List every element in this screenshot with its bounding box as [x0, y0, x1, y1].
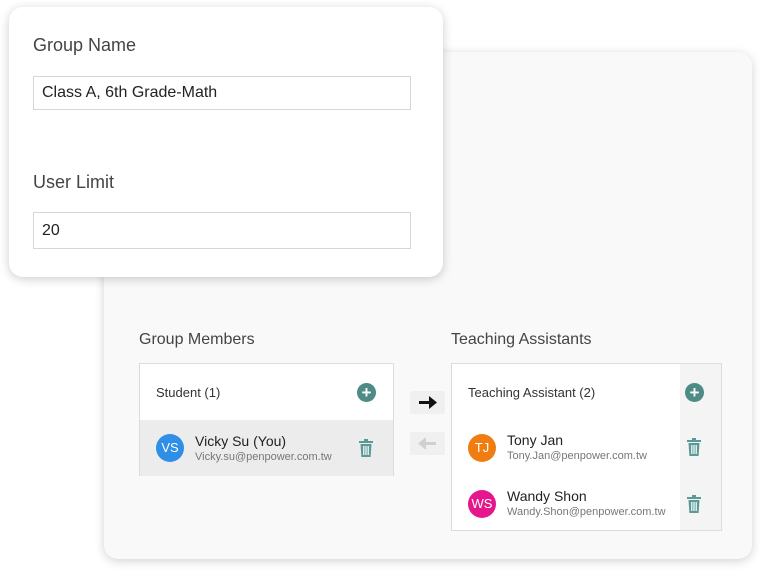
member-row-vicky[interactable]: VS Vicky Su (You) Vicky.su@penpower.com.… [140, 420, 393, 476]
trash-icon[interactable] [358, 439, 374, 457]
student-list-title: Student (1) [156, 385, 221, 400]
add-student-button[interactable]: + [357, 383, 376, 402]
assistant-email: Wandy.Shon@penpower.com.tw [507, 506, 666, 518]
assistant-list-header: Teaching Assistant (2) + [452, 364, 721, 420]
assistant-name: Wandy Shon [507, 488, 587, 504]
member-email: Vicky.su@penpower.com.tw [195, 451, 332, 463]
assistant-name: Tony Jan [507, 432, 564, 448]
trash-icon[interactable] [686, 438, 702, 456]
group-info-card: Group Name User Limit [9, 7, 443, 277]
group-name-label: Group Name [33, 35, 137, 55]
student-list-header: Student (1) + [140, 364, 393, 420]
trash-icon[interactable] [686, 495, 702, 513]
group-members-title: Group Members [139, 331, 255, 348]
add-assistant-button[interactable]: + [685, 383, 704, 402]
group-name-input[interactable] [33, 76, 411, 110]
member-name: Vicky Su (You) [195, 433, 287, 449]
move-to-assistants-button[interactable] [410, 391, 445, 414]
avatar: VS [156, 434, 184, 462]
move-to-members-button[interactable] [410, 432, 445, 455]
avatar: TJ [468, 434, 496, 462]
assistant-row-tony[interactable]: TJ Tony Jan Tony.Jan@penpower.com.tw [452, 420, 721, 476]
teaching-assistants-title: Teaching Assistants [451, 331, 592, 348]
assistant-email: Tony.Jan@penpower.com.tw [507, 450, 647, 462]
user-limit-label: User Limit [33, 172, 115, 192]
assistant-list-title: Teaching Assistant (2) [468, 385, 596, 400]
group-members-list: Student (1) + VS Vicky Su (You) Vicky.su… [139, 363, 394, 476]
user-limit-input[interactable] [33, 212, 411, 249]
teaching-assistants-list: Teaching Assistant (2) + TJ Tony Jan Ton… [451, 363, 722, 531]
avatar: WS [468, 490, 496, 518]
assistant-row-wandy[interactable]: WS Wandy Shon Wandy.Shon@penpower.com.tw [452, 476, 721, 532]
